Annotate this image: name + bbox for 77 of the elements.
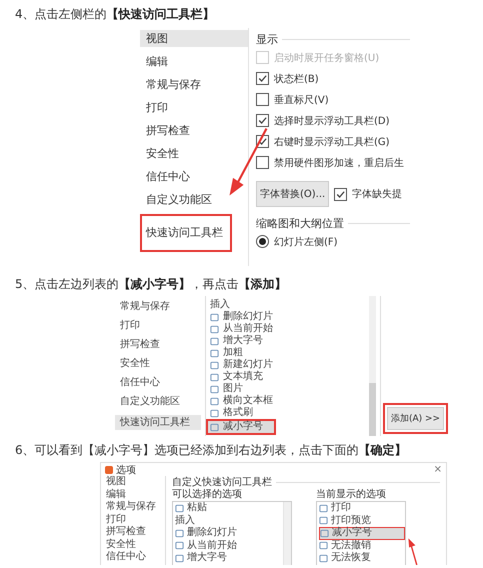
radio-label: 幻灯片左侧(F) bbox=[274, 236, 338, 248]
group-title: 显示 bbox=[256, 32, 278, 46]
checkbox[interactable] bbox=[256, 114, 269, 127]
add-button[interactable]: 添加(A) >> bbox=[386, 407, 444, 430]
command-item[interactable]: 打印预览 bbox=[319, 514, 405, 527]
command-item[interactable]: 增大字号 bbox=[210, 335, 369, 347]
group-title: 自定义快速访问工具栏 bbox=[172, 476, 272, 488]
sidebar-item[interactable]: 编辑 bbox=[101, 488, 165, 501]
sidebar-item[interactable]: 快速访问工具栏 bbox=[115, 415, 201, 430]
sidebar-item[interactable]: 常规与保存 bbox=[101, 501, 165, 514]
sidebar-item[interactable]: 打印 bbox=[140, 99, 248, 116]
sidebar-item[interactable]: 拼写检查 bbox=[140, 122, 248, 139]
sidebar-item[interactable]: 视图 bbox=[101, 476, 165, 488]
checkbox[interactable] bbox=[256, 156, 269, 169]
sidebar-item[interactable]: 拼写检查 bbox=[115, 337, 201, 352]
command-item[interactable]: 图片 bbox=[210, 383, 369, 395]
sidebar-item[interactable]: 信任中心 bbox=[101, 551, 165, 564]
command-item[interactable]: 文本填充 bbox=[210, 371, 369, 383]
list-title: 可以选择的选项 bbox=[172, 488, 243, 501]
command-item[interactable]: 删除幻灯片 bbox=[210, 311, 369, 323]
command-item[interactable]: 无法恢复 bbox=[319, 552, 405, 564]
checkbox-label: 字体缺失提 bbox=[352, 188, 402, 201]
font-replace-button[interactable]: 字体替换(O)... bbox=[256, 181, 330, 207]
sidebar-item[interactable]: 自定义功能区 bbox=[140, 191, 248, 208]
sidebar-item[interactable]: 安全性 bbox=[115, 356, 201, 371]
app-icon bbox=[105, 466, 113, 474]
step-heading: 6、可以看到【减小字号】选项已经添加到右边列表，点击下面的【确定】 bbox=[15, 442, 408, 458]
sidebar-item[interactable]: 常规与保存 bbox=[115, 299, 201, 314]
checkbox-label: 垂直标尺(V) bbox=[274, 94, 329, 106]
command-item[interactable]: 删除幻灯片 bbox=[175, 527, 283, 540]
checkbox[interactable] bbox=[256, 72, 269, 85]
command-item[interactable]: 增大字号 bbox=[175, 552, 283, 564]
command-item[interactable]: 粘贴 bbox=[175, 502, 283, 514]
command-item[interactable]: 横向文本框 bbox=[210, 395, 369, 407]
command-icon bbox=[175, 504, 184, 513]
command-item[interactable]: 格式刷 bbox=[210, 407, 369, 419]
sidebar-item[interactable]: 拼写检查 bbox=[101, 526, 165, 538]
command-item[interactable]: 无法撤销 bbox=[319, 540, 405, 552]
sidebar-item[interactable]: 安全性 bbox=[140, 145, 248, 162]
checkbox-label: 选择时显示浮动工具栏(D) bbox=[274, 114, 390, 128]
command-item[interactable]: 减小字号 bbox=[206, 419, 276, 435]
checkbox-label: 禁用硬件图形加速，重启后生 bbox=[274, 156, 404, 170]
command-item[interactable]: 加粗 bbox=[210, 347, 369, 359]
checkbox-label: 右键时显示浮动工具栏(G) bbox=[274, 136, 390, 148]
scrollbar[interactable] bbox=[369, 296, 376, 436]
scrollbar[interactable] bbox=[283, 502, 291, 565]
sidebar-item[interactable]: 常规与保存 bbox=[140, 76, 248, 93]
sidebar-item[interactable]: 信任中心 bbox=[115, 375, 201, 390]
command-item[interactable]: 打印 bbox=[319, 502, 405, 514]
close-button[interactable]: × bbox=[434, 464, 442, 475]
sidebar-item[interactable]: 自定义功能区 bbox=[115, 394, 201, 409]
step-heading: 5、点击左边列表的【减小字号】，再点击【添加】 bbox=[15, 276, 288, 292]
command-item[interactable]: 减小字号 bbox=[319, 527, 405, 540]
command-item[interactable]: 从当前开始 bbox=[175, 540, 283, 552]
list-box[interactable]: 打印 打印预览 减小字号 无法撤销 无法恢复 bbox=[316, 501, 406, 565]
list-box[interactable]: 粘贴 插入 删除幻灯片 从当前开始 增大字号 bbox=[172, 501, 292, 565]
sidebar-item[interactable]: 视图 bbox=[140, 30, 248, 47]
command-item[interactable]: 从当前开始 bbox=[210, 323, 369, 335]
step-heading: 4、点击左侧栏的【快速访问工具栏】 bbox=[15, 6, 216, 22]
checkbox-label: 启动时展开任务窗格(U) bbox=[274, 52, 380, 64]
checkbox-label: 状态栏(B) bbox=[274, 72, 319, 86]
list-header[interactable]: 插入 bbox=[210, 299, 369, 311]
checkbox[interactable] bbox=[334, 188, 348, 200]
sidebar-item[interactable]: 信任中心 bbox=[140, 168, 248, 185]
checkbox[interactable] bbox=[256, 93, 269, 106]
sidebar-item[interactable]: 打印 bbox=[101, 514, 165, 526]
sidebar-item[interactable]: 打印 bbox=[115, 318, 201, 333]
sidebar-item[interactable]: 快速访问工具栏 bbox=[140, 214, 232, 252]
checkbox[interactable] bbox=[256, 135, 269, 148]
list-header[interactable]: 插入 bbox=[175, 514, 283, 527]
list-title: 当前显示的选项 bbox=[316, 488, 387, 501]
sidebar-item[interactable]: 编辑 bbox=[140, 53, 248, 70]
dialog-title: 选项 bbox=[116, 464, 137, 476]
group-title: 缩略图和大纲位置 bbox=[256, 216, 344, 230]
command-item[interactable]: 新建幻灯片 bbox=[210, 359, 369, 371]
radio-button[interactable] bbox=[256, 235, 269, 248]
sidebar-item[interactable]: 安全性 bbox=[101, 538, 165, 551]
